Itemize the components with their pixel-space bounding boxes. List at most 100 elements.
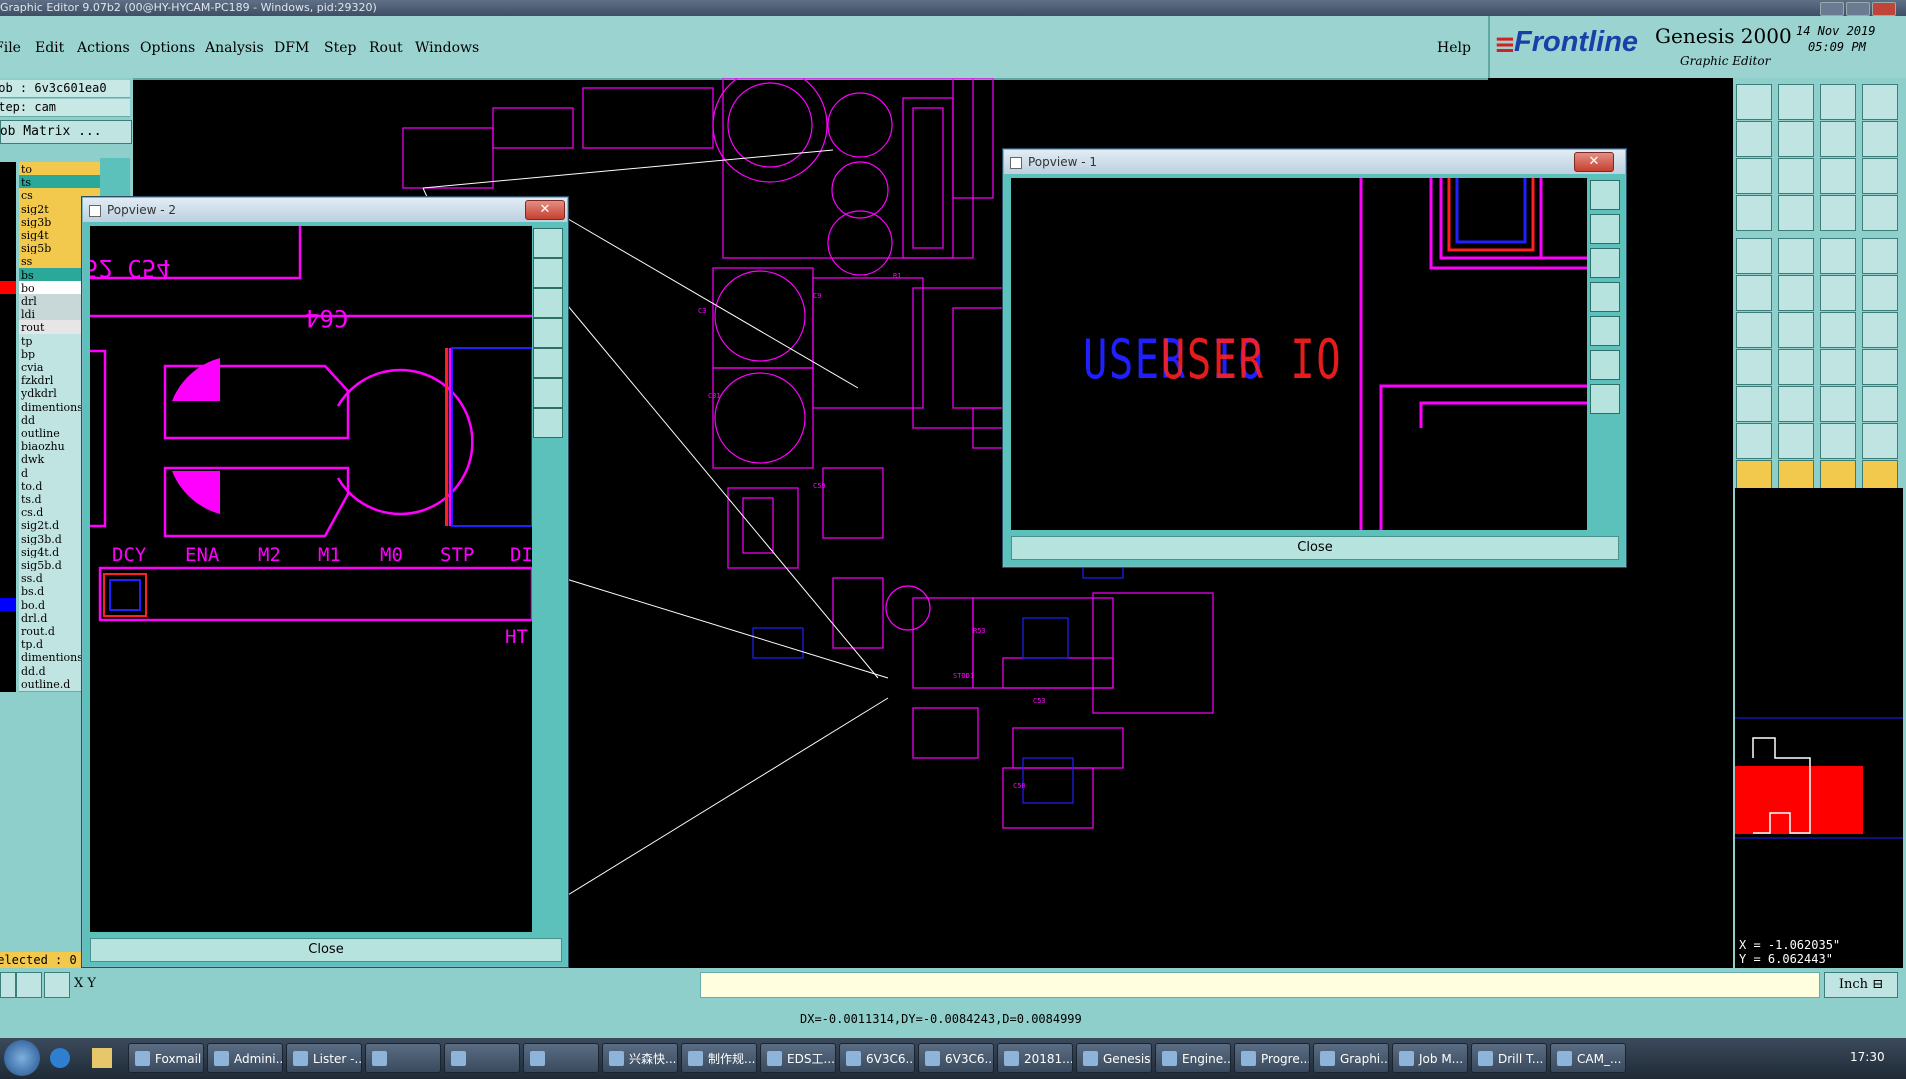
pan-right-button[interactable] <box>1590 316 1620 346</box>
rotate-icon[interactable] <box>1862 275 1898 311</box>
undo-icon[interactable] <box>1820 349 1856 385</box>
taskbar-item[interactable]: CAM_... <box>1550 1043 1626 1073</box>
taskbar-item[interactable]: Graphi... <box>1313 1043 1389 1073</box>
pan-up-button[interactable] <box>1590 214 1620 244</box>
feature-filter-icon[interactable] <box>1736 386 1772 422</box>
add-surface-icon[interactable] <box>1862 238 1898 274</box>
triangle-b-icon[interactable] <box>1778 423 1814 459</box>
zoom-out-button[interactable] <box>1590 384 1620 414</box>
select-net-icon[interactable] <box>1736 349 1772 385</box>
taskbar-item[interactable]: Foxmail <box>128 1043 204 1073</box>
zoom-home-button[interactable] <box>533 228 563 258</box>
units-selector[interactable]: Inch ⊟ <box>1824 972 1898 998</box>
pan-up-button[interactable] <box>533 258 563 288</box>
taskbar-item[interactable]: Genesis <box>1076 1043 1152 1073</box>
menu-help[interactable]: Help <box>1437 40 1471 56</box>
pan-right-button[interactable] <box>533 348 563 378</box>
probe-icon[interactable] <box>1778 195 1814 231</box>
arc-icon[interactable] <box>1778 312 1814 348</box>
tool-button[interactable] <box>0 972 16 998</box>
minimize-button[interactable] <box>1820 2 1844 16</box>
browser-icon[interactable] <box>50 1048 70 1068</box>
taskbar-item[interactable]: Drill T... <box>1471 1043 1547 1073</box>
popview-1-canvas[interactable]: USER IO USER IO <box>1011 178 1587 530</box>
ratio-1to2-icon[interactable] <box>1778 158 1814 194</box>
move-icon[interactable] <box>1736 275 1772 311</box>
redraw-icon[interactable] <box>1862 121 1898 157</box>
taskbar-item[interactable]: 兴森快... <box>602 1043 678 1073</box>
zoom-home-icon[interactable] <box>1736 84 1772 120</box>
mirror-icon[interactable] <box>1862 312 1898 348</box>
copy-icon[interactable] <box>1778 275 1814 311</box>
menu-options[interactable]: Options <box>140 40 195 56</box>
popview-2-close-button[interactable]: Close <box>90 938 562 962</box>
popview-1-close-x-button[interactable]: ✕ <box>1574 152 1614 172</box>
snap-icon[interactable] <box>1862 158 1898 194</box>
popview-1-title-bar[interactable]: Popview - 1 ✕ <box>1004 150 1625 174</box>
taskbar-item[interactable]: Admini... <box>207 1043 283 1073</box>
taskbar-item[interactable]: 6V3C6... <box>839 1043 915 1073</box>
start-button[interactable] <box>4 1040 40 1076</box>
maximize-button[interactable] <box>1846 2 1870 16</box>
close-window-button[interactable] <box>1872 2 1896 16</box>
help-icon[interactable] <box>1820 158 1856 194</box>
flip-icon[interactable] <box>1778 349 1814 385</box>
taskbar-item[interactable]: Lister -... <box>286 1043 362 1073</box>
popview-2-title-bar[interactable]: Popview - 2 ✕ <box>83 198 567 222</box>
measure-icon[interactable] <box>16 972 42 998</box>
taskbar-item[interactable] <box>444 1043 520 1073</box>
folder-icon[interactable] <box>92 1048 112 1068</box>
contour-icon[interactable] <box>1862 386 1898 422</box>
resize-icon[interactable] <box>1820 275 1856 311</box>
triangle-d-icon[interactable] <box>1862 423 1898 459</box>
fit-icon[interactable] <box>1820 121 1856 157</box>
popview-1-close-button[interactable]: Close <box>1011 536 1619 560</box>
layer-color-swatch[interactable] <box>0 676 16 692</box>
taskbar-item[interactable]: 6V3C6... <box>918 1043 994 1073</box>
menu-actions[interactable]: Actions <box>77 40 130 56</box>
zoom-window-icon[interactable] <box>1778 84 1814 120</box>
zoom-back-icon[interactable] <box>1820 84 1856 120</box>
net-highlight-icon[interactable] <box>1820 195 1856 231</box>
taskbar-item[interactable]: Engine... <box>1155 1043 1231 1073</box>
menu-edit[interactable]: Edit <box>35 40 64 56</box>
delete-icon[interactable] <box>1820 312 1856 348</box>
zoom-out-button[interactable] <box>533 408 563 438</box>
menu-step[interactable]: Step <box>324 40 356 56</box>
taskbar-item[interactable]: EDS工... <box>760 1043 836 1073</box>
taskbar-item[interactable]: 制作规... <box>681 1043 757 1073</box>
menu-file[interactable]: File <box>0 40 21 56</box>
menu-rout[interactable]: Rout <box>369 40 403 56</box>
break-icon[interactable] <box>1778 386 1814 422</box>
add-line-icon[interactable] <box>1778 238 1814 274</box>
popview-2-close-x-button[interactable]: ✕ <box>525 200 565 220</box>
taskbar-item[interactable]: Progre... <box>1234 1043 1310 1073</box>
zoom-in-button[interactable] <box>1590 350 1620 380</box>
zoom-home-button[interactable] <box>1590 180 1620 210</box>
zoom-out-icon[interactable] <box>1778 121 1814 157</box>
taskbar-item[interactable]: 20181... <box>997 1043 1073 1073</box>
triangle-a-icon[interactable] <box>1736 423 1772 459</box>
pan-icon[interactable] <box>1862 84 1898 120</box>
zoom-in-button[interactable] <box>533 378 563 408</box>
taskbar-item[interactable] <box>523 1043 599 1073</box>
pan-left-button[interactable] <box>533 318 563 348</box>
pan-left-button[interactable] <box>1590 282 1620 312</box>
grid-icon[interactable] <box>44 972 70 998</box>
cut-icon[interactable] <box>1736 312 1772 348</box>
command-input[interactable] <box>700 972 1820 998</box>
window-title-bar[interactable]: Graphic Editor 9.07b2 (00@HY-HYCAM-PC189… <box>0 0 1906 16</box>
center-icon[interactable] <box>1736 158 1772 194</box>
taskbar-item[interactable] <box>365 1043 441 1073</box>
measure-icon[interactable] <box>1736 195 1772 231</box>
menu-windows[interactable]: Windows <box>415 40 479 56</box>
redo-icon[interactable] <box>1862 349 1898 385</box>
triangle-c-icon[interactable] <box>1820 423 1856 459</box>
pan-down-button[interactable] <box>533 288 563 318</box>
add-text-icon[interactable] <box>1820 238 1856 274</box>
menu-analysis[interactable]: Analysis <box>205 40 264 56</box>
rout-icon[interactable] <box>1820 386 1856 422</box>
pan-down-button[interactable] <box>1590 248 1620 278</box>
popview-2-canvas[interactable]: C64 52 C54 DCY ENA M2 M1 M0 STP DIR HT <box>90 226 532 932</box>
menu-dfm[interactable]: DFM <box>274 40 309 56</box>
